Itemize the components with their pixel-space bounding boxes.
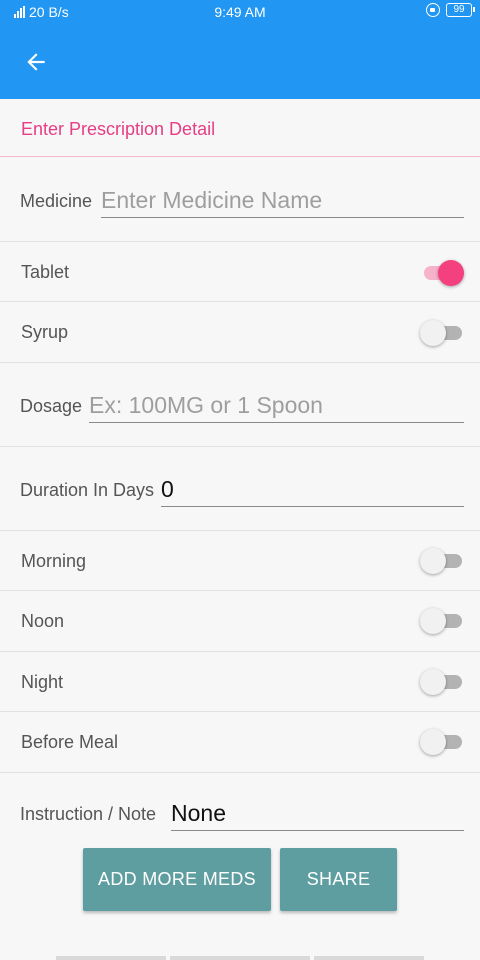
- duration-row: Duration In Days: [0, 447, 480, 531]
- section-title: Enter Prescription Detail: [21, 119, 216, 139]
- battery-level: 99: [453, 4, 465, 15]
- noon-label: Noon: [21, 611, 65, 631]
- night-label: Night: [21, 672, 64, 692]
- before-meal-row: Before Meal: [0, 712, 480, 773]
- battery-icon: 99: [446, 3, 475, 17]
- syrup-switch[interactable]: [420, 320, 464, 346]
- morning-switch[interactable]: [420, 548, 464, 574]
- syrup-switch-thumb: [420, 320, 446, 346]
- night-switch-thumb: [420, 669, 446, 695]
- night-switch[interactable]: [420, 669, 464, 695]
- status-bar: 20 B/s 9:49 AM 99: [0, 0, 480, 24]
- bottom-strip: [314, 956, 424, 960]
- duration-label: Duration In Days: [20, 480, 155, 500]
- before-meal-switch-thumb: [420, 729, 446, 755]
- status-time: 9:49 AM: [214, 4, 266, 20]
- medicine-row: Medicine: [0, 158, 480, 242]
- section-header: Enter Prescription Detail: [0, 99, 480, 157]
- syrup-label: Syrup: [21, 322, 69, 342]
- noon-row: Noon: [0, 591, 480, 652]
- back-button[interactable]: [16, 44, 56, 80]
- tablet-row: Tablet: [0, 242, 480, 302]
- dosage-input[interactable]: [89, 389, 464, 423]
- morning-label: Morning: [21, 551, 87, 571]
- syrup-row: Syrup: [0, 302, 480, 363]
- tablet-label: Tablet: [21, 262, 70, 282]
- tablet-switch[interactable]: [420, 260, 464, 286]
- instruction-label: Instruction / Note: [20, 804, 157, 824]
- arrow-left-icon: [27, 53, 45, 71]
- add-more-meds-button[interactable]: ADD MORE MEDS: [83, 848, 271, 911]
- instruction-row: Instruction / Note: [0, 773, 480, 843]
- bottom-strip: [56, 956, 166, 960]
- night-row: Night: [0, 652, 480, 712]
- dosage-row: Dosage: [0, 363, 480, 447]
- noon-switch-thumb: [420, 608, 446, 634]
- app-bar: [0, 24, 480, 99]
- morning-switch-thumb: [420, 548, 446, 574]
- bottom-strip: [170, 956, 310, 960]
- before-meal-label: Before Meal: [21, 732, 119, 752]
- morning-row: Morning: [0, 531, 480, 591]
- rotation-lock-icon: [426, 3, 440, 17]
- instruction-input[interactable]: [171, 797, 464, 831]
- noon-switch[interactable]: [420, 608, 464, 634]
- status-right: 99: [426, 3, 475, 17]
- medicine-label: Medicine: [20, 191, 93, 211]
- duration-input[interactable]: [161, 473, 464, 507]
- medicine-input[interactable]: [101, 184, 464, 218]
- tablet-switch-thumb: [438, 260, 464, 286]
- dosage-label: Dosage: [20, 396, 83, 416]
- share-button[interactable]: SHARE: [280, 848, 397, 911]
- before-meal-switch[interactable]: [420, 729, 464, 755]
